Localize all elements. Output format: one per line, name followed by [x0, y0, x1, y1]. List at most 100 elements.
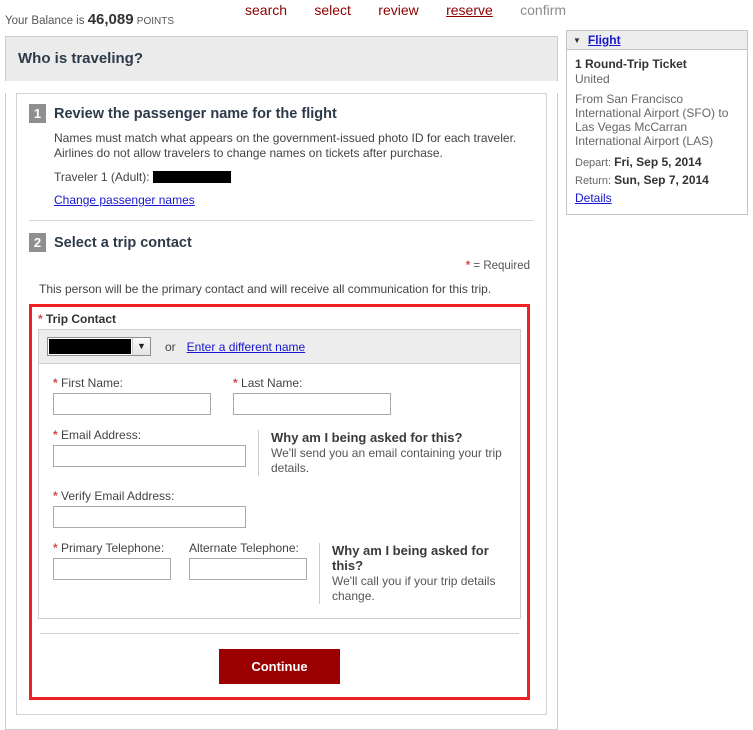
- section2-heading: Select a trip contact: [54, 234, 192, 251]
- why-phone-text: We'll call you if your trip details chan…: [332, 574, 496, 603]
- page-header: Who is traveling?: [5, 36, 558, 81]
- change-passenger-names-row: Change passenger names: [29, 193, 534, 207]
- alternate-phone-field: Alternate Telephone:: [189, 541, 307, 604]
- verify-email-required-star: *: [53, 489, 58, 503]
- continue-button-row: Continue: [32, 634, 527, 697]
- email-label: * Email Address:: [53, 428, 246, 442]
- last-name-label-text: Last Name:: [241, 376, 303, 390]
- email-label-text: Email Address:: [61, 428, 142, 442]
- required-legend-text: = Required: [473, 260, 530, 272]
- step-reserve[interactable]: reserve: [446, 2, 493, 18]
- continue-button[interactable]: Continue: [219, 649, 340, 684]
- email-input[interactable]: [53, 445, 246, 467]
- trip-contact-required-star: *: [38, 312, 43, 326]
- trip-contact-highlight-box: * Trip Contact ▼ or Enter a different na: [29, 304, 530, 700]
- section2-intro: This person will be the primary contact …: [39, 282, 492, 296]
- trip-contact-select[interactable]: ▼: [47, 337, 151, 356]
- email-required-star: *: [53, 428, 58, 442]
- step-search[interactable]: search: [245, 2, 287, 18]
- traveler-1-name-redacted: [152, 171, 231, 183]
- required-star: *: [465, 260, 471, 272]
- section-trip-contact: 2 Select a trip contact * = Required Thi…: [29, 233, 534, 700]
- depart-row: Depart: Fri, Sep 5, 2014: [575, 155, 739, 169]
- alternate-phone-input[interactable]: [189, 558, 307, 580]
- details-row: Details: [575, 191, 739, 205]
- contact-fields-area: * First Name: * Last Name: * Email Addre…: [39, 364, 520, 618]
- checkout-step-nav: search select review reserve confirm: [245, 2, 566, 18]
- first-name-input[interactable]: [53, 393, 211, 415]
- primary-phone-label: * Primary Telephone:: [53, 541, 171, 555]
- route-description: From San Francisco International Airport…: [575, 92, 729, 148]
- section1-number-badge: 1: [29, 104, 46, 123]
- flight-panel-body: 1 Round-Trip Ticket United From San Fran…: [566, 50, 748, 215]
- alternate-phone-label-text: Alternate Telephone:: [189, 541, 299, 555]
- traveler-1-row: Traveler 1 (Adult):: [29, 170, 534, 184]
- phone-field-row: * Primary Telephone: Alternate Telephone…: [53, 541, 506, 604]
- balance-amount: 46,089: [87, 11, 134, 28]
- top-bar: Your Balance is 46,089 POINTS search sel…: [0, 0, 753, 30]
- last-name-required-star: *: [233, 376, 238, 390]
- why-email-text: We'll send you an email containing your …: [271, 446, 502, 475]
- section2-title-row: 2 Select a trip contact: [29, 233, 534, 252]
- primary-phone-label-text: Primary Telephone:: [61, 541, 165, 555]
- first-name-label-text: First Name:: [61, 376, 124, 390]
- verify-email-label: * Verify Email Address:: [53, 489, 246, 503]
- section-divider: [29, 220, 534, 221]
- section1-title-row: 1 Review the passenger name for the flig…: [29, 104, 534, 123]
- trip-contact-legend: * Trip Contact: [38, 312, 521, 326]
- trip-contact-legend-text: Trip Contact: [46, 312, 117, 326]
- email-field-row: * Email Address: Why am I being asked fo…: [53, 428, 506, 476]
- flight-panel-title-link[interactable]: Flight: [588, 33, 621, 47]
- enter-different-name-link[interactable]: Enter a different name: [187, 340, 306, 354]
- ticket-summary: 1 Round-Trip Ticket: [575, 57, 687, 71]
- return-label: Return:: [575, 175, 612, 187]
- step-confirm: confirm: [520, 2, 567, 18]
- traveler-1-label: Traveler 1 (Adult):: [54, 170, 150, 184]
- chevron-down-icon: ▼: [132, 338, 150, 355]
- first-name-field: * First Name:: [53, 376, 211, 415]
- page-title: Who is traveling?: [18, 50, 144, 67]
- last-name-label: * Last Name:: [233, 376, 391, 390]
- depart-label: Depart:: [575, 157, 612, 169]
- trip-contact-inner-box: ▼ or Enter a different name * First Name…: [38, 329, 521, 619]
- trip-contact-fieldset: * Trip Contact ▼ or Enter a different na: [38, 312, 521, 619]
- balance-unit-label: POINTS: [136, 16, 175, 27]
- points-balance: Your Balance is 46,089 POINTS: [5, 11, 174, 28]
- step-review[interactable]: review: [378, 2, 418, 18]
- last-name-input[interactable]: [233, 393, 391, 415]
- airline-name: United: [575, 72, 610, 86]
- section1-note: Names must match what appears on the gov…: [54, 131, 517, 160]
- return-value: Sun, Sep 7, 2014: [614, 173, 709, 187]
- primary-phone-input[interactable]: [53, 558, 171, 580]
- first-name-required-star: *: [53, 376, 58, 390]
- step-select[interactable]: select: [314, 2, 351, 18]
- balance-prefix-label: Your Balance is: [5, 15, 85, 27]
- section-review-passenger: 1 Review the passenger name for the flig…: [16, 93, 547, 715]
- verify-email-field: * Verify Email Address:: [53, 489, 246, 528]
- triangle-collapse-icon[interactable]: ▼: [573, 36, 581, 45]
- trip-contact-select-value-redacted: [49, 339, 131, 354]
- section1-heading: Review the passenger name for the flight: [54, 105, 337, 122]
- page-body: 1 Review the passenger name for the flig…: [5, 93, 558, 730]
- change-passenger-names-link[interactable]: Change passenger names: [54, 193, 195, 207]
- why-phone-note: Why am I being asked for this? We'll cal…: [319, 543, 506, 604]
- trip-contact-select-row: ▼ or Enter a different name: [39, 330, 520, 364]
- verify-email-label-text: Verify Email Address:: [61, 489, 175, 503]
- section2-number-badge: 2: [29, 233, 46, 252]
- depart-value: Fri, Sep 5, 2014: [614, 155, 702, 169]
- flight-details-link[interactable]: Details: [575, 191, 612, 205]
- primary-phone-field: * Primary Telephone:: [53, 541, 171, 604]
- why-email-note: Why am I being asked for this? We'll sen…: [258, 430, 506, 476]
- why-phone-heading: Why am I being asked for this?: [332, 543, 489, 573]
- primary-phone-required-star: *: [53, 541, 58, 555]
- flight-panel-header[interactable]: ▼ Flight: [566, 30, 748, 50]
- or-label: or: [165, 339, 176, 354]
- email-field: * Email Address:: [53, 428, 246, 476]
- name-field-row: * First Name: * Last Name:: [53, 376, 506, 415]
- alternate-phone-label: Alternate Telephone:: [189, 541, 307, 555]
- verify-email-input[interactable]: [53, 506, 246, 528]
- main-content-column: Who is traveling? 1 Review the passenger…: [5, 36, 558, 730]
- why-email-heading: Why am I being asked for this?: [271, 430, 463, 445]
- trip-summary-sidebar: ▼ Flight 1 Round-Trip Ticket United From…: [566, 30, 748, 215]
- verify-email-field-row: * Verify Email Address:: [53, 489, 506, 528]
